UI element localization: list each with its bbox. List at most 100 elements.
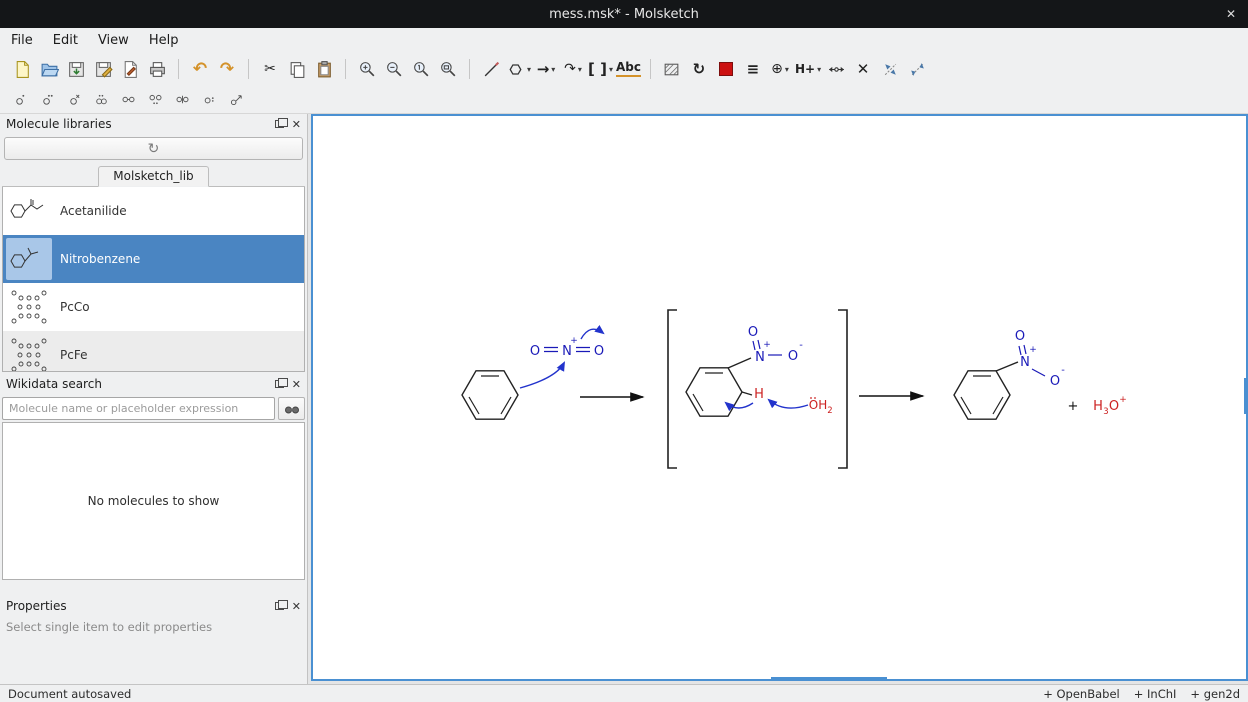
zoom-original-button[interactable]	[409, 57, 433, 81]
bracket-right[interactable]	[838, 310, 847, 468]
float-panel-icon[interactable]	[275, 120, 284, 128]
vertical-scrollbar-thumb[interactable]	[1244, 378, 1248, 414]
print-button[interactable]	[145, 57, 169, 81]
chevron-down-icon[interactable]: ▾	[527, 65, 531, 74]
titlebar[interactable]: mess.msk* - Molsketch ✕	[0, 0, 1248, 28]
align-tool-button[interactable]	[824, 57, 848, 81]
reaction-drawing[interactable]: O N O +	[313, 116, 1246, 679]
radical-add-tool-button[interactable]	[10, 90, 30, 110]
hydrogen-tool-button[interactable]: H+▾	[795, 57, 821, 81]
flip-vertical-button[interactable]	[905, 57, 929, 81]
draw-bond-tool-button[interactable]	[479, 57, 503, 81]
plugin-openbabel: + OpenBabel	[1043, 687, 1120, 701]
list-item-nitrobenzene[interactable]: Nitrobenzene	[3, 235, 304, 283]
atom-label-n[interactable]: N	[1020, 355, 1030, 370]
zoom-fit-button[interactable]	[436, 57, 460, 81]
save-button[interactable]	[64, 57, 88, 81]
undo-button[interactable]: ↶	[188, 57, 212, 81]
list-item-acetanilide[interactable]: Acetanilide	[3, 187, 304, 235]
toolbar-separator	[248, 59, 249, 79]
close-panel-icon[interactable]: ✕	[292, 118, 301, 131]
mechanism-arrow-tool-button[interactable]: ↷▾	[561, 57, 585, 81]
atom-label-n[interactable]: N	[562, 344, 572, 359]
line-width-button[interactable]: ≡	[741, 57, 765, 81]
new-document-button[interactable]	[10, 57, 34, 81]
mechanism-arrow-deprotonation[interactable]	[769, 400, 808, 408]
float-panel-icon[interactable]	[275, 380, 284, 388]
charge-label: +	[1029, 345, 1037, 355]
chevron-down-icon[interactable]: ▾	[551, 65, 555, 74]
molecule-search-input[interactable]	[2, 397, 275, 420]
chevron-down-icon[interactable]: ▾	[785, 65, 789, 74]
close-panel-icon[interactable]: ✕	[292, 600, 301, 613]
electron-pair-tool-button[interactable]	[145, 90, 165, 110]
chevron-down-icon[interactable]: ▾	[609, 65, 613, 74]
delete-tool-button[interactable]: ✕	[851, 57, 875, 81]
menu-view[interactable]: View	[96, 31, 131, 50]
nitronium-ion[interactable]: O N O +	[530, 336, 604, 359]
close-panel-icon[interactable]: ✕	[292, 378, 301, 391]
atom-label-o[interactable]: O	[594, 344, 604, 359]
bracket-tool-button[interactable]: [ ]▾	[588, 57, 613, 81]
bracket-left[interactable]	[668, 310, 677, 468]
text-tool-button[interactable]: Abc	[616, 57, 641, 81]
tab-molsketch-lib[interactable]: Molsketch_lib	[98, 166, 208, 187]
water-label[interactable]: OH	[809, 398, 827, 412]
hydronium-h[interactable]: H	[1093, 399, 1103, 414]
hydronium-o[interactable]: O	[1109, 399, 1119, 414]
refresh-library-button[interactable]: ↻	[4, 137, 303, 160]
hatch-tool-button[interactable]	[660, 57, 684, 81]
horizontal-scrollbar-thumb[interactable]	[771, 677, 887, 680]
menu-help[interactable]: Help	[147, 31, 181, 50]
copy-button[interactable]	[285, 57, 309, 81]
hydronium-ion[interactable]: H 3 O +	[1093, 395, 1127, 417]
mechanism-arrow-attack[interactable]	[520, 363, 564, 388]
export-button[interactable]	[118, 57, 142, 81]
zoom-out-button[interactable]	[382, 57, 406, 81]
wikidata-results-area: No molecules to show	[2, 422, 305, 580]
float-panel-icon[interactable]	[275, 602, 284, 610]
zoom-in-button[interactable]	[355, 57, 379, 81]
redo-button[interactable]: ↷	[215, 57, 239, 81]
atom-label-o[interactable]: O	[530, 344, 540, 359]
search-button[interactable]	[278, 397, 305, 420]
mechanism-arrow-electrons[interactable]	[581, 329, 603, 339]
atom-label-o[interactable]: O	[788, 349, 798, 364]
chevron-down-icon[interactable]: ▾	[578, 65, 582, 74]
save-as-button[interactable]	[91, 57, 115, 81]
list-item-pcco[interactable]: PcCo	[3, 283, 304, 331]
window-close-button[interactable]: ✕	[1226, 0, 1236, 28]
nitrobenzene-product[interactable]: N + O O -	[954, 329, 1065, 419]
atom-label-o[interactable]: O	[748, 325, 758, 340]
paste-button[interactable]	[312, 57, 336, 81]
cut-button[interactable]: ✂	[258, 57, 282, 81]
charge-tool-button[interactable]: ⊕▾	[768, 57, 792, 81]
flip-horizontal-button[interactable]	[878, 57, 902, 81]
lone-pair-add-tool-button[interactable]	[37, 90, 57, 110]
arenium-intermediate[interactable]: N + O O - H OH 2	[686, 325, 833, 416]
charge-pair-tool-button[interactable]	[199, 90, 219, 110]
list-item-pcfe[interactable]: PcFe	[3, 331, 304, 372]
ring-tool-button[interactable]: ▾	[506, 57, 531, 81]
chevron-down-icon[interactable]: ▾	[817, 65, 821, 74]
menu-edit[interactable]: Edit	[51, 31, 80, 50]
atom-label-n[interactable]: N	[755, 350, 765, 365]
reaction-arrow-tool-button[interactable]: →▾	[534, 57, 558, 81]
atom-label-o[interactable]: O	[1050, 374, 1060, 389]
menu-file[interactable]: File	[9, 31, 35, 50]
orbital-tool-button[interactable]	[172, 90, 192, 110]
properties-panel-title: Properties	[6, 599, 67, 613]
mechanism-arrow-ring[interactable]	[726, 403, 753, 408]
radical-remove-tool-button[interactable]	[64, 90, 84, 110]
drawing-canvas[interactable]: O N O +	[311, 114, 1248, 681]
open-document-button[interactable]	[37, 57, 61, 81]
atom-label-h[interactable]: H	[754, 387, 764, 402]
benzene-reactant[interactable]	[462, 371, 518, 419]
angle-tool-button[interactable]	[226, 90, 246, 110]
bond-electron-tool-button[interactable]	[118, 90, 138, 110]
atom-label-o[interactable]: O	[1015, 329, 1025, 344]
lone-pair-remove-tool-button[interactable]	[91, 90, 111, 110]
color-swatch-button[interactable]	[714, 57, 738, 81]
rotate-tool-button[interactable]: ↻	[687, 57, 711, 81]
status-message: Document autosaved	[8, 687, 131, 701]
